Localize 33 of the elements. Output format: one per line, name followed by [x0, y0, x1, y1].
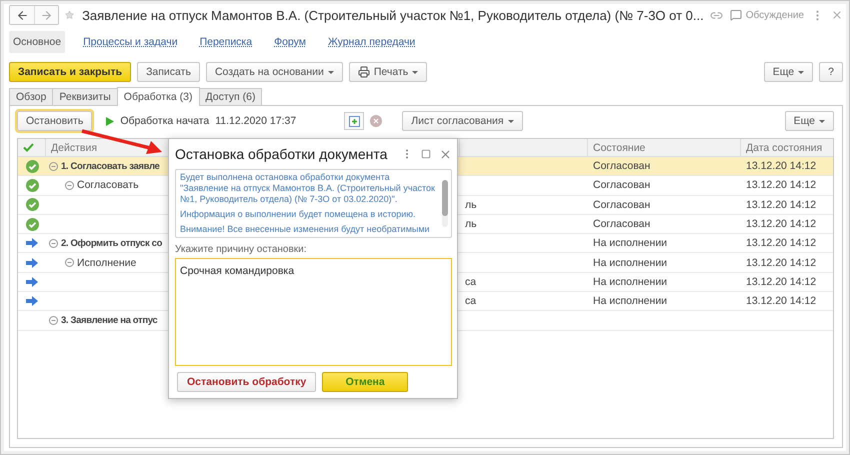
table-cell: 2. Оформить отпуск со	[61, 238, 162, 249]
table-cell: Согласован	[593, 198, 650, 211]
table-cell: Согласовать	[77, 179, 139, 192]
table-cell: 13.12.20 14:12	[746, 276, 816, 288]
table-cell: 13.12.20 14:12	[746, 295, 816, 308]
status-text: Обработка начата	[120, 115, 210, 127]
table-cell: Исполнение	[77, 256, 136, 269]
table-cell: На исполнении	[593, 256, 668, 269]
table-cell: Согласован	[593, 218, 650, 230]
info-paragraph: Внимание! Все внесенные изменения будут необратимыми	[180, 224, 431, 235]
window-title: Заявление на отпуск Мамонтов В.А. (Строительный участок №1, Руководитель отдела) (№ 7-3О от 0...	[82, 8, 704, 22]
table-cell: 13.12.20 14:12	[746, 198, 816, 211]
table-cell: са	[465, 276, 476, 288]
table-cell: 13.12.20 14:12	[746, 179, 816, 192]
reason-label: Укажите причину остановки:	[175, 244, 308, 255]
table-cell: 13.12.20 14:12	[746, 256, 816, 269]
table-cell: 3. Заявление на отпус	[61, 315, 158, 326]
table-cell: ль	[465, 198, 477, 211]
start-time: 11.12.2020 17:37	[215, 115, 296, 127]
table-cell: На исполнении	[593, 295, 668, 308]
column-header: Дата состояния	[745, 140, 824, 156]
table-cell: 1. Согласовать заявле	[61, 160, 160, 172]
table-cell: 13.12.20 14:12	[746, 160, 816, 172]
table-cell: На исполнении	[593, 237, 668, 250]
info-paragraph: Информация о выполнении будет помещена в историю.	[180, 209, 417, 220]
table-cell: Согласован	[593, 160, 650, 172]
table-cell: 13.12.20 14:12	[746, 218, 816, 230]
table-cell: са	[465, 295, 476, 308]
table-cell: ль	[465, 218, 477, 230]
table-cell: Согласован	[593, 179, 650, 192]
table-cell: На исполнении	[593, 276, 668, 288]
table-cell: 13.12.20 14:12	[746, 237, 816, 250]
column-header: Состояние	[588, 139, 741, 156]
